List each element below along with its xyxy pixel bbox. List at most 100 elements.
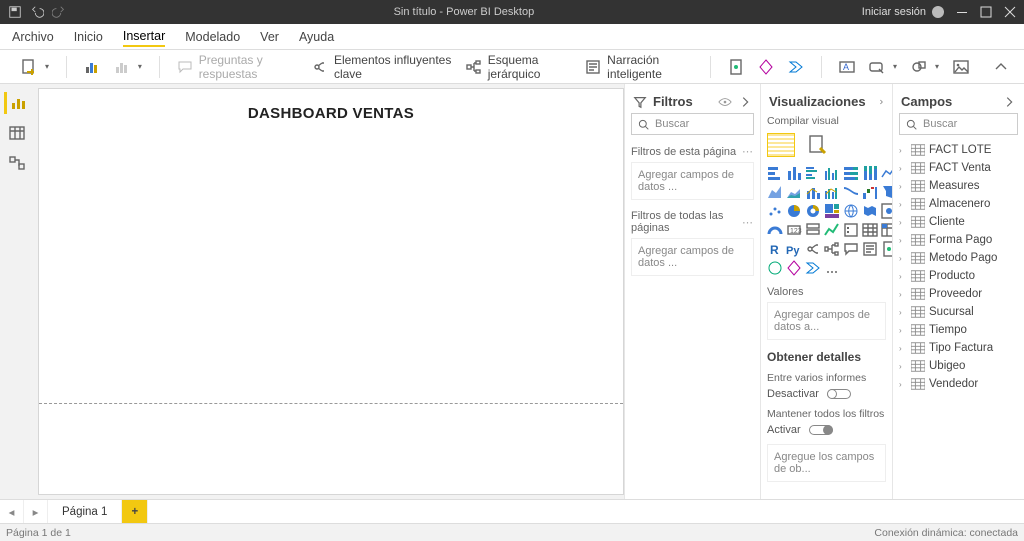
smart-narrative-vis-icon[interactable] bbox=[862, 241, 878, 257]
filled-map-icon[interactable] bbox=[862, 203, 878, 219]
data-view-button[interactable] bbox=[4, 122, 30, 144]
collapse-icon[interactable] bbox=[738, 95, 752, 109]
add-page-button[interactable]: + bbox=[122, 500, 148, 523]
pie-icon[interactable] bbox=[786, 203, 802, 219]
paginated-vis-icon[interactable] bbox=[881, 241, 892, 257]
power-automate-vis-icon[interactable] bbox=[805, 260, 821, 276]
get-more-visuals-icon[interactable] bbox=[824, 260, 840, 276]
r-visual-icon[interactable]: R bbox=[767, 241, 783, 257]
close-icon[interactable] bbox=[1004, 6, 1016, 18]
cross-report-toggle[interactable] bbox=[827, 389, 851, 399]
table-row[interactable]: ›Tipo Factura bbox=[899, 339, 1018, 357]
treemap-icon[interactable] bbox=[824, 203, 840, 219]
line-stacked-column-icon[interactable] bbox=[805, 184, 821, 200]
collapse-icon[interactable] bbox=[878, 95, 884, 109]
format-page-button[interactable] bbox=[805, 133, 829, 157]
donut-icon[interactable] bbox=[805, 203, 821, 219]
power-automate-button[interactable] bbox=[783, 56, 809, 78]
menu-ayuda[interactable]: Ayuda bbox=[299, 28, 334, 46]
more-icon[interactable]: ⋯ bbox=[742, 216, 754, 229]
stacked-area-icon[interactable] bbox=[786, 184, 802, 200]
collapse-icon[interactable] bbox=[1002, 95, 1016, 109]
menu-modelado[interactable]: Modelado bbox=[185, 28, 240, 46]
table-icon[interactable] bbox=[862, 222, 878, 238]
ribbon-chart-icon[interactable] bbox=[843, 184, 859, 200]
table-row[interactable]: ›Metodo Pago bbox=[899, 249, 1018, 267]
decomp-tree-vis-icon[interactable] bbox=[824, 241, 840, 257]
save-icon[interactable] bbox=[8, 5, 22, 19]
menu-insertar[interactable]: Insertar bbox=[123, 27, 165, 47]
line-clustered-column-icon[interactable] bbox=[824, 184, 840, 200]
area-chart-icon[interactable] bbox=[767, 184, 783, 200]
report-canvas[interactable]: DASHBOARD VENTAS bbox=[38, 88, 624, 495]
gauge-icon[interactable] bbox=[767, 222, 783, 238]
key-influencers-button[interactable]: Elementos influyentes clave bbox=[307, 50, 457, 84]
image-button[interactable] bbox=[948, 56, 974, 78]
decomp-tree-button[interactable]: Esquema jerárquico bbox=[461, 50, 576, 84]
table-row[interactable]: ›Ubigeo bbox=[899, 357, 1018, 375]
new-visual-button[interactable] bbox=[79, 56, 105, 78]
minimize-icon[interactable] bbox=[956, 6, 968, 18]
ribbon-collapse-button[interactable] bbox=[988, 56, 1014, 78]
key-influencers-vis-icon[interactable] bbox=[805, 241, 821, 257]
arcgis-icon[interactable] bbox=[767, 260, 783, 276]
table-row[interactable]: ›Measures bbox=[899, 177, 1018, 195]
build-visual-button[interactable] bbox=[767, 133, 795, 157]
allpages-filters-well[interactable]: Agregar campos de datos ... bbox=[631, 238, 754, 276]
more-icon[interactable]: ⋯ bbox=[742, 145, 754, 158]
stacked-bar-icon[interactable] bbox=[767, 165, 783, 181]
table-row[interactable]: ›FACT LOTE bbox=[899, 141, 1018, 159]
more-visuals-button[interactable]: ▾ bbox=[109, 56, 147, 78]
table-row[interactable]: ›FACT Venta bbox=[899, 159, 1018, 177]
filters-search-input[interactable]: Buscar bbox=[631, 113, 754, 135]
clustered-bar-icon[interactable] bbox=[805, 165, 821, 181]
map-icon[interactable] bbox=[843, 203, 859, 219]
clustered-column-icon[interactable] bbox=[824, 165, 840, 181]
power-apps-vis-icon[interactable] bbox=[786, 260, 802, 276]
stacked-bar-100-icon[interactable] bbox=[843, 165, 859, 181]
table-row[interactable]: ›Forma Pago bbox=[899, 231, 1018, 249]
drill-fields-well[interactable]: Agregue los campos de ob... bbox=[767, 444, 886, 482]
funnel-icon[interactable] bbox=[881, 184, 892, 200]
tab-prev-button[interactable]: ◂ bbox=[0, 500, 24, 523]
new-page-button[interactable]: ▾ bbox=[16, 56, 54, 78]
values-well[interactable]: Agregar campos de datos a... bbox=[767, 302, 886, 340]
sign-in-button[interactable]: Iniciar sesión bbox=[862, 6, 944, 18]
keep-filters-toggle[interactable] bbox=[809, 425, 833, 435]
menu-archivo[interactable]: Archivo bbox=[12, 28, 54, 46]
menu-inicio[interactable]: Inicio bbox=[74, 28, 103, 46]
undo-icon[interactable] bbox=[30, 5, 44, 19]
waterfall-icon[interactable] bbox=[862, 184, 878, 200]
buttons-button[interactable]: ▾ bbox=[864, 56, 902, 78]
fields-search-input[interactable]: Buscar bbox=[899, 113, 1018, 135]
model-view-button[interactable] bbox=[4, 152, 30, 174]
py-visual-icon[interactable]: Py bbox=[786, 241, 802, 257]
matrix-icon[interactable] bbox=[881, 222, 892, 238]
kpi-icon[interactable] bbox=[824, 222, 840, 238]
stacked-column-icon[interactable] bbox=[786, 165, 802, 181]
table-row[interactable]: ›Cliente bbox=[899, 213, 1018, 231]
page-filters-well[interactable]: Agregar campos de datos ... bbox=[631, 162, 754, 200]
table-row[interactable]: ›Producto bbox=[899, 267, 1018, 285]
smart-narrative-button[interactable]: Narración inteligente bbox=[580, 50, 698, 84]
tab-page-1[interactable]: Página 1 bbox=[48, 500, 122, 523]
report-view-button[interactable] bbox=[4, 92, 30, 114]
tab-next-button[interactable]: ▸ bbox=[24, 500, 48, 523]
stacked-column-100-icon[interactable] bbox=[862, 165, 878, 181]
eye-icon[interactable] bbox=[718, 95, 732, 109]
qa-vis-icon[interactable] bbox=[843, 241, 859, 257]
azure-map-icon[interactable] bbox=[881, 203, 892, 219]
table-row[interactable]: ›Sucursal bbox=[899, 303, 1018, 321]
shapes-button[interactable]: ▾ bbox=[906, 56, 944, 78]
table-row[interactable]: ›Vendedor bbox=[899, 375, 1018, 393]
power-apps-button[interactable] bbox=[753, 56, 779, 78]
table-row[interactable]: ›Almacenero bbox=[899, 195, 1018, 213]
paginated-report-button[interactable] bbox=[723, 56, 749, 78]
card-icon[interactable]: 123 bbox=[786, 222, 802, 238]
line-chart-icon[interactable] bbox=[881, 165, 892, 181]
table-row[interactable]: ›Tiempo bbox=[899, 321, 1018, 339]
menu-ver[interactable]: Ver bbox=[260, 28, 279, 46]
maximize-icon[interactable] bbox=[980, 6, 992, 18]
text-box-button[interactable]: A bbox=[834, 56, 860, 78]
redo-icon[interactable] bbox=[52, 5, 66, 19]
